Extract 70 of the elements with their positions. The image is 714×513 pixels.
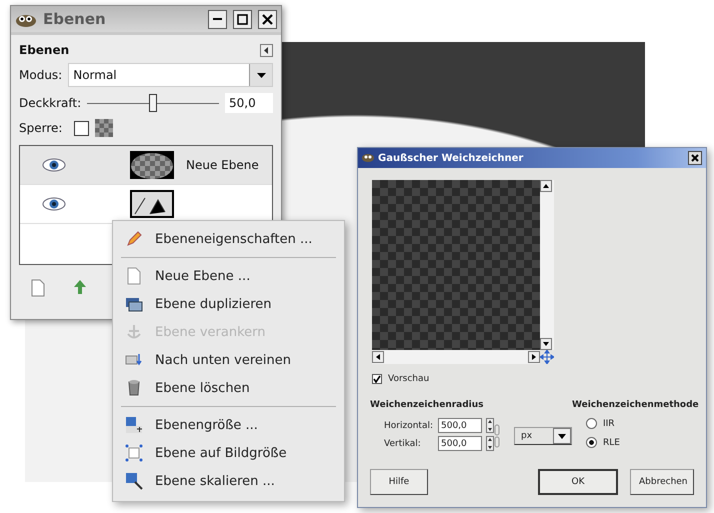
lock-checkbox[interactable] bbox=[74, 120, 90, 136]
arrow-down-icon bbox=[543, 342, 549, 346]
section-title: Weichenzeichenmethode bbox=[572, 400, 699, 410]
section-title: Weichenzeichenradius bbox=[370, 400, 485, 410]
menu-item-icon bbox=[125, 444, 143, 462]
window-title: Ebenen bbox=[43, 10, 107, 28]
menu-item[interactable]: Ebeneneigenschaften ... bbox=[113, 225, 344, 253]
spin-arrows-icon[interactable] bbox=[486, 436, 494, 451]
layer-thumbnail bbox=[130, 151, 174, 179]
menu-item-icon bbox=[125, 267, 143, 285]
horizontal-scrollbar[interactable] bbox=[372, 350, 540, 364]
radio-option[interactable]: IIR bbox=[586, 418, 699, 429]
arrow-right-icon bbox=[532, 354, 536, 360]
maximize-button[interactable] bbox=[233, 10, 252, 28]
opacity-slider-thumb[interactable] bbox=[149, 94, 158, 112]
field-label: Horizontal: bbox=[384, 420, 434, 430]
mode-dropdown[interactable]: Normal bbox=[68, 63, 273, 87]
new-page-icon[interactable] bbox=[31, 279, 45, 297]
menu-item[interactable]: Neue Ebene ... bbox=[113, 262, 344, 290]
arrow-left-icon bbox=[376, 354, 380, 360]
dialog-button[interactable]: Abbrechen bbox=[630, 469, 694, 495]
preview-label: Vorschau bbox=[388, 374, 430, 384]
dialog-button[interactable]: OK bbox=[538, 469, 618, 495]
menu-item-icon bbox=[125, 295, 143, 313]
layer-thumbnail bbox=[130, 190, 174, 218]
panel-heading: Ebenen bbox=[19, 43, 70, 57]
maximize-icon bbox=[237, 14, 248, 24]
menu-item-icon bbox=[125, 416, 143, 434]
menu-item[interactable]: Nach unten vereinen bbox=[113, 346, 344, 374]
panel-menu-icon[interactable] bbox=[260, 44, 273, 56]
close-button[interactable] bbox=[258, 10, 277, 28]
eye-icon[interactable] bbox=[42, 158, 66, 172]
vertical-scrollbar[interactable] bbox=[540, 180, 554, 350]
navigate-icon[interactable] bbox=[540, 350, 554, 364]
opacity-spin-field[interactable]: 50,0 bbox=[225, 93, 273, 113]
close-icon bbox=[691, 154, 699, 162]
dropdown-arrow-icon bbox=[256, 72, 266, 78]
eye-icon[interactable] bbox=[42, 197, 66, 211]
number-field[interactable]: 500,0 bbox=[438, 418, 482, 433]
dialog-title: Gaußscher Weichzeichner bbox=[378, 152, 524, 164]
checkmark-icon bbox=[373, 375, 381, 383]
unit-dropdown[interactable]: px bbox=[514, 427, 572, 445]
close-button[interactable] bbox=[688, 151, 702, 165]
layer-row[interactable]: Neue Ebene bbox=[20, 146, 272, 185]
minimize-icon bbox=[213, 18, 222, 20]
menu-item[interactable]: Ebene auf Bildgröße bbox=[113, 439, 344, 467]
spin-arrows-icon[interactable] bbox=[486, 418, 494, 433]
menu-item-icon bbox=[125, 230, 143, 248]
close-icon bbox=[262, 14, 273, 24]
dialog-button[interactable]: Hilfe bbox=[370, 469, 428, 495]
layer-name: Neue Ebene bbox=[186, 158, 259, 172]
checker-icon bbox=[95, 119, 114, 137]
opacity-label: Deckkraft: bbox=[19, 96, 82, 110]
lock-label: Sperre: bbox=[19, 121, 62, 135]
radio-option[interactable]: RLE bbox=[586, 437, 699, 448]
number-field[interactable]: 500,0 bbox=[438, 436, 482, 451]
field-label: Vertikal: bbox=[384, 438, 422, 448]
menu-item[interactable]: Ebene duplizieren bbox=[113, 290, 344, 318]
up-arrow-icon[interactable] bbox=[73, 279, 87, 295]
radio-button[interactable] bbox=[586, 437, 597, 448]
arrow-up-icon bbox=[543, 184, 549, 188]
minimize-button[interactable] bbox=[208, 10, 227, 28]
mode-label: Modus: bbox=[19, 68, 62, 82]
menu-item[interactable]: Ebene löschen bbox=[113, 374, 344, 402]
menu-item[interactable]: Ebenengröße ... bbox=[113, 411, 344, 439]
radio-button[interactable] bbox=[586, 418, 597, 429]
menu-item[interactable]: Ebene skalieren ... bbox=[113, 467, 344, 495]
menu-item-icon bbox=[125, 472, 143, 490]
preview-checkbox[interactable] bbox=[372, 374, 382, 384]
menu-item-icon bbox=[125, 323, 143, 341]
